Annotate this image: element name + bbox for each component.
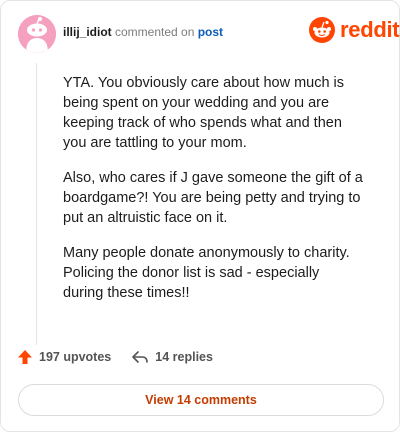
reply-arrow-icon bbox=[132, 351, 149, 363]
view-comments-button[interactable]: View 14 comments bbox=[18, 384, 384, 416]
reddit-logo[interactable]: reddit bbox=[309, 17, 400, 43]
comment-paragraph: YTA. You obviously care about how much i… bbox=[63, 75, 345, 151]
avatar[interactable] bbox=[18, 15, 56, 53]
comment-body: YTA. You obviously care about how much i… bbox=[63, 73, 363, 318]
reddit-wordmark: reddit bbox=[340, 17, 400, 42]
reply-count: 14 replies bbox=[155, 350, 213, 364]
post-link[interactable]: post bbox=[198, 25, 223, 39]
snoo-avatar-icon bbox=[18, 15, 56, 53]
comment-card: illij_idiot commented on post reddit YTA… bbox=[0, 0, 400, 432]
comment-actions: 197 upvotes 14 replies bbox=[17, 349, 213, 365]
comment-paragraph: Also, who cares if J gave someone the gi… bbox=[63, 170, 363, 226]
reddit-alien-icon bbox=[309, 17, 335, 43]
upvote-count: 197 upvotes bbox=[39, 350, 112, 364]
comment-header: illij_idiot commented on post bbox=[63, 25, 223, 39]
upvote-arrow-icon bbox=[18, 350, 32, 364]
comment-action-text: commented on bbox=[111, 25, 198, 39]
comment-paragraph: Many people donate anonymously to charit… bbox=[63, 245, 350, 301]
username-link[interactable]: illij_idiot bbox=[63, 25, 112, 39]
reply-button[interactable]: 14 replies bbox=[131, 349, 213, 365]
upvote-button[interactable]: 197 upvotes bbox=[17, 349, 111, 365]
thread-line[interactable] bbox=[36, 63, 37, 345]
